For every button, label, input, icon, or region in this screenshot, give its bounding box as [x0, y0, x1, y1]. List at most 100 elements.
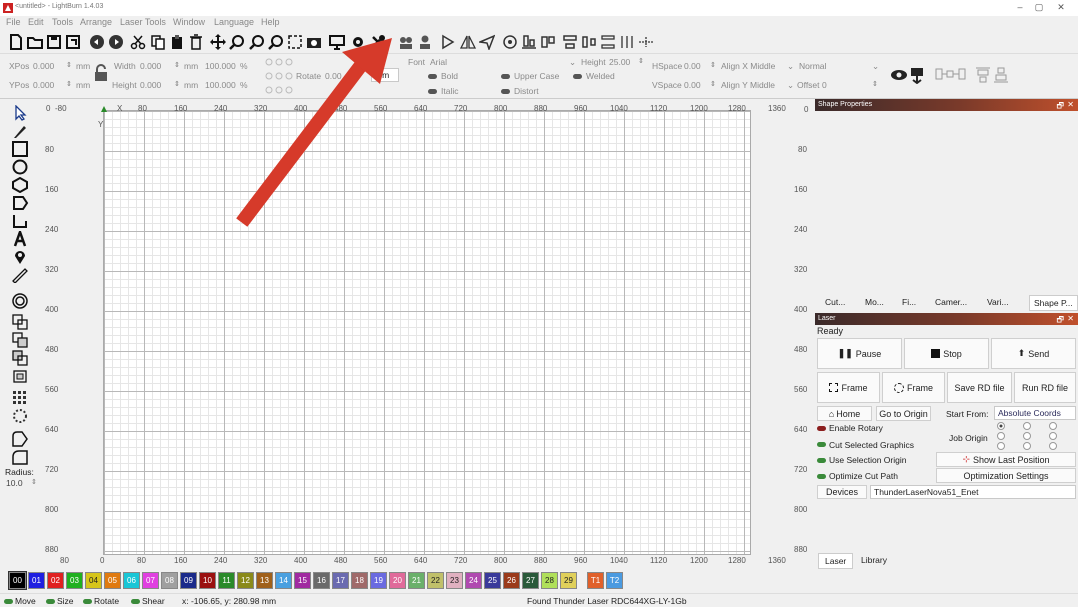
menu-language[interactable]: Language: [214, 17, 254, 27]
anchor-grid-icon[interactable]: [264, 57, 294, 95]
import-icon[interactable]: [65, 34, 81, 50]
height-spin-icon[interactable]: ⇕: [174, 80, 180, 88]
send-plane-icon[interactable]: [479, 34, 495, 50]
pause-button[interactable]: ❚❚ Pause: [817, 338, 902, 369]
nudge-icon[interactable]: [638, 34, 654, 50]
width-spin-icon[interactable]: ⇕: [174, 61, 180, 69]
polygon-tool-icon[interactable]: [11, 177, 29, 193]
scale-height-field[interactable]: 100.000: [205, 80, 236, 90]
align-y-chevron-icon[interactable]: ⌄: [787, 80, 794, 91]
vspace-spin-icon[interactable]: ⇕: [710, 80, 716, 88]
boolean-subtract-icon[interactable]: [11, 350, 29, 366]
open-folder-icon[interactable]: [27, 34, 43, 50]
copy-icon[interactable]: [150, 34, 166, 50]
redo-icon[interactable]: [108, 34, 124, 50]
pentagon-tool-icon[interactable]: [11, 195, 29, 211]
menu-tools[interactable]: Tools: [52, 17, 73, 27]
distribute-horizontal-icon[interactable]: [581, 34, 597, 50]
color-layer-swatch-24[interactable]: 24: [465, 572, 482, 589]
text-mode-combo[interactable]: Normal: [799, 61, 826, 71]
align-x-combo[interactable]: Align X Middle: [721, 61, 775, 71]
cut-selected-toggle-icon[interactable]: [817, 442, 826, 447]
select-pointer-icon[interactable]: [11, 105, 29, 121]
color-layer-swatch-27[interactable]: 27: [522, 572, 539, 589]
device-combo[interactable]: ThunderLaserNova51_Enet: [870, 485, 1076, 499]
color-layer-swatch-22[interactable]: 22: [427, 572, 444, 589]
new-file-icon[interactable]: [8, 34, 24, 50]
frame-rect-button[interactable]: Frame: [817, 372, 880, 403]
color-layer-swatch-09[interactable]: 09: [180, 572, 197, 589]
start-from-combo[interactable]: Absolute Coords: [994, 406, 1076, 420]
ypos-field[interactable]: 0.000: [33, 80, 54, 90]
color-layer-swatch-25[interactable]: 25: [484, 572, 501, 589]
xpos-spin-icon[interactable]: ⇕: [66, 61, 72, 69]
offset-shapes-icon[interactable]: [11, 293, 29, 309]
frame-selection-icon[interactable]: [287, 34, 303, 50]
tab-cuts[interactable]: Cut...: [825, 297, 845, 307]
font-height-spin-icon[interactable]: ⇕: [638, 57, 644, 65]
stop-button[interactable]: Stop: [904, 338, 989, 369]
align-bottom-icon[interactable]: [521, 34, 537, 50]
menu-window[interactable]: Window: [173, 17, 205, 27]
color-layer-swatch-18[interactable]: 18: [351, 572, 368, 589]
xpos-field[interactable]: 0.000: [33, 61, 54, 71]
menu-file[interactable]: File: [6, 17, 21, 27]
align-top-icon[interactable]: [540, 34, 556, 50]
zoom-out-icon[interactable]: [249, 34, 265, 50]
color-layer-swatch-21[interactable]: 21: [408, 572, 425, 589]
color-layer-swatch-10[interactable]: 10: [199, 572, 216, 589]
color-layer-swatch-07[interactable]: 07: [142, 572, 159, 589]
height-field[interactable]: 0.000: [140, 80, 161, 90]
close-window-button[interactable]: ✕: [1053, 2, 1069, 13]
menu-help[interactable]: Help: [261, 17, 280, 27]
circular-array-icon[interactable]: [11, 408, 29, 424]
upper-case-toggle-icon[interactable]: [501, 74, 510, 79]
color-layer-swatch-28[interactable]: 28: [541, 572, 558, 589]
measure-ruler-icon[interactable]: [11, 267, 29, 283]
laser-float-icon[interactable]: 🗗: [1056, 314, 1064, 328]
color-layer-swatch-12[interactable]: 12: [237, 572, 254, 589]
zoom-fit-icon[interactable]: [268, 34, 284, 50]
menu-arrange[interactable]: Arrange: [80, 17, 112, 27]
rotate-unit-combo[interactable]: mm: [371, 68, 399, 82]
radius-spin-icon[interactable]: ⇕: [31, 478, 37, 486]
mirror-icon[interactable]: [460, 34, 476, 50]
flip-horizontal-icon[interactable]: [441, 34, 457, 50]
canvas-grid[interactable]: [103, 110, 751, 555]
cut-icon[interactable]: [130, 34, 146, 50]
tab-move[interactable]: Mo...: [865, 297, 884, 307]
text-mode-chevron-icon[interactable]: ⌄: [872, 61, 879, 72]
space-equal-icon[interactable]: [619, 34, 635, 50]
lock-icon[interactable]: [94, 64, 108, 82]
color-layer-swatch-06[interactable]: 06: [123, 572, 140, 589]
save-rd-file-button[interactable]: Save RD file: [947, 372, 1012, 403]
color-layer-swatch-16[interactable]: 16: [313, 572, 330, 589]
width-field[interactable]: 0.000: [140, 61, 161, 71]
color-layer-swatch-20[interactable]: 20: [389, 572, 406, 589]
laser-close-icon[interactable]: ✕: [1067, 314, 1074, 323]
color-layer-swatch-14[interactable]: 14: [275, 572, 292, 589]
settings-gear-icon[interactable]: [350, 34, 366, 50]
color-layer-swatch-29[interactable]: 29: [560, 572, 577, 589]
size-mode-toggle-icon[interactable]: [46, 599, 55, 604]
frame-circle-button[interactable]: Frame: [882, 372, 945, 403]
color-layer-swatch-t2[interactable]: T2: [606, 572, 623, 589]
grid-array-icon[interactable]: [11, 390, 29, 406]
zoom-in-icon[interactable]: [229, 34, 245, 50]
go-to-origin-button[interactable]: Go to Origin: [876, 406, 931, 421]
font-combo[interactable]: Arial: [430, 57, 447, 67]
tab-file-list[interactable]: Fi...: [902, 297, 916, 307]
fillet-tool-icon[interactable]: [11, 449, 29, 465]
italic-toggle-icon[interactable]: [428, 89, 437, 94]
boolean-intersect-icon[interactable]: [11, 368, 29, 384]
ungroup-icon[interactable]: [417, 34, 433, 50]
color-layer-swatch-00[interactable]: 00: [8, 571, 27, 590]
align-stack-bottom-icon[interactable]: [993, 66, 1009, 84]
align-x-chevron-icon[interactable]: ⌄: [787, 61, 794, 72]
menu-edit[interactable]: Edit: [28, 17, 44, 27]
close-panel-icon[interactable]: ✕: [1067, 100, 1074, 109]
color-layer-swatch-17[interactable]: 17: [332, 572, 349, 589]
edit-nodes-pen-icon[interactable]: [11, 123, 29, 139]
undo-icon[interactable]: [89, 34, 105, 50]
rounded-corner-tool-icon[interactable]: [11, 431, 29, 447]
